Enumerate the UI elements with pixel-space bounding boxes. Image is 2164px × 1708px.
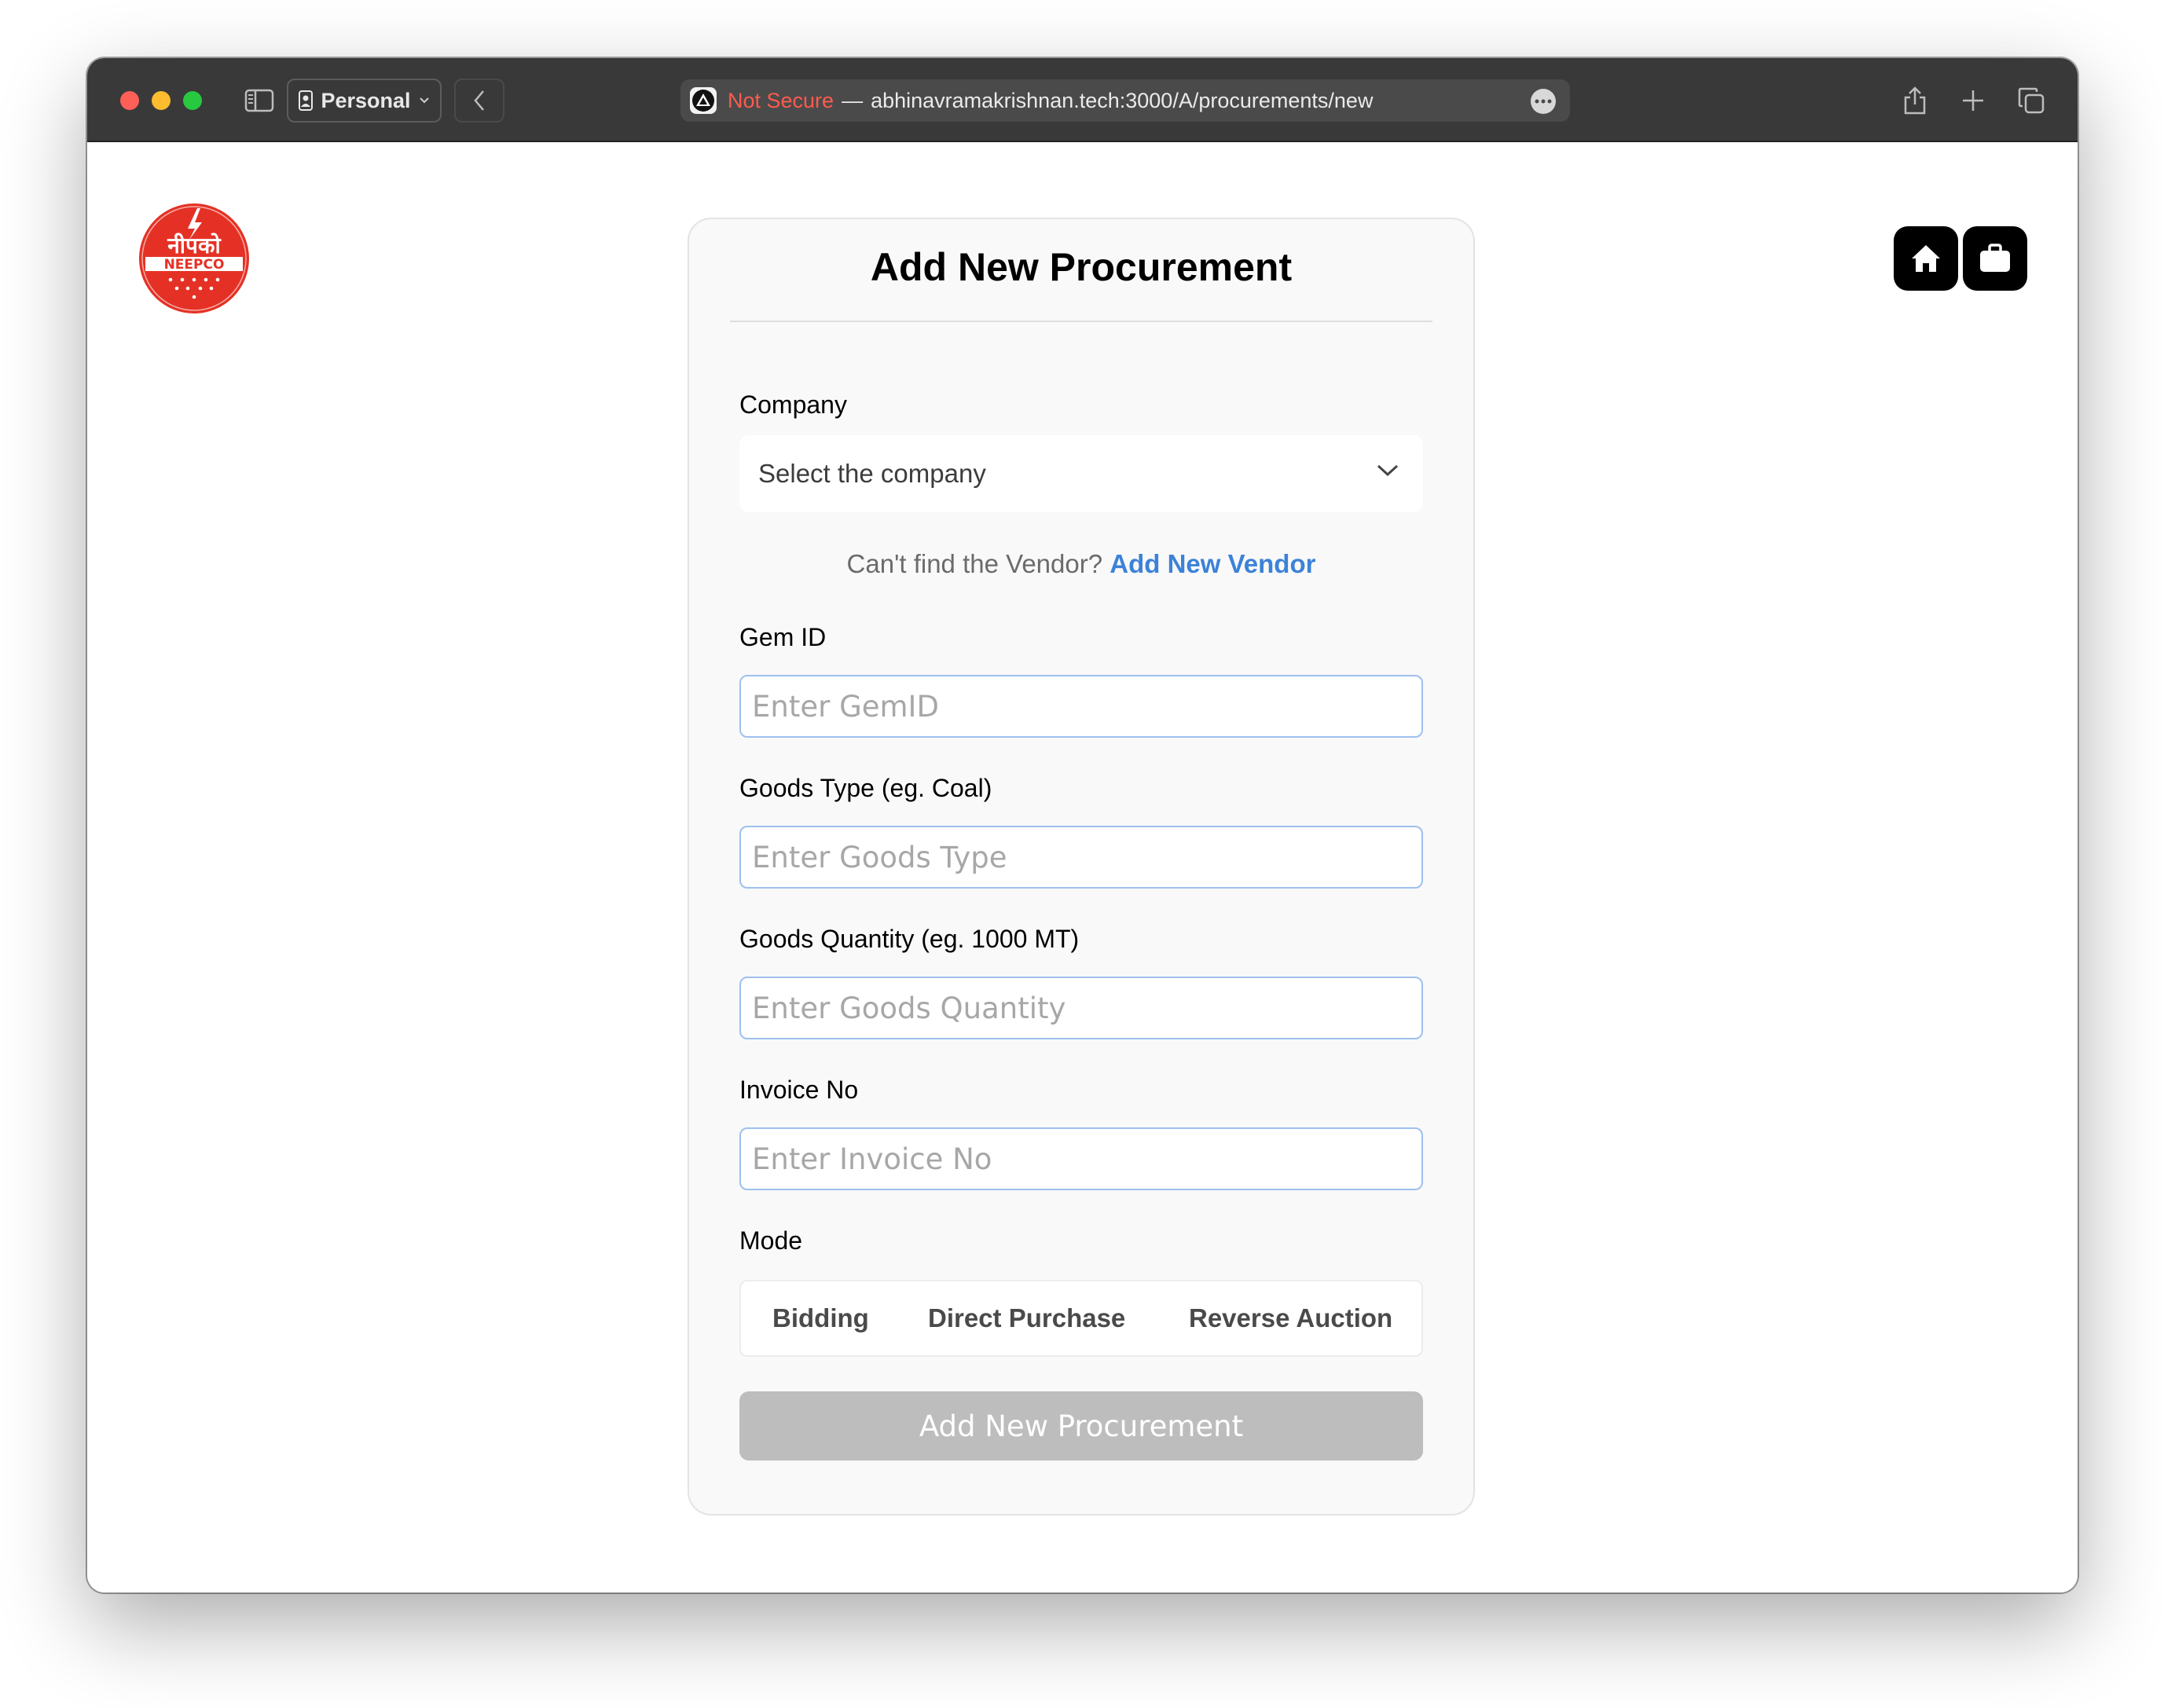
- briefcase-icon: [1980, 244, 2010, 272]
- vendor-prompt-text: Can't find the Vendor?: [846, 549, 1103, 578]
- mode-option-bidding[interactable]: Bidding: [772, 1281, 869, 1355]
- mode-label: Mode: [739, 1226, 803, 1255]
- company-label: Company: [739, 390, 847, 419]
- gem-id-input[interactable]: [739, 675, 1423, 738]
- add-procurement-button[interactable]: Add New Procurement: [739, 1391, 1423, 1461]
- invoice-no-input[interactable]: [739, 1127, 1423, 1190]
- home-button[interactable]: [1894, 226, 1958, 291]
- goods-quantity-label: Goods Quantity (eg. 1000 MT): [739, 925, 1080, 953]
- close-window-button[interactable]: [120, 91, 139, 110]
- goods-type-label: Goods Type (eg. Coal): [739, 774, 992, 802]
- goods-quantity-input[interactable]: [739, 977, 1423, 1039]
- site-favicon: [690, 87, 717, 114]
- page-menu-button[interactable]: [1531, 89, 1556, 114]
- browser-toolbar: Personal Not Secure — abhinavramakrishna…: [87, 58, 2078, 142]
- url-separator: —: [842, 88, 864, 112]
- tab-overview-button[interactable]: [2008, 77, 2055, 124]
- share-button[interactable]: [1891, 77, 1938, 124]
- logo-brand-text: NEEPCO: [164, 257, 225, 273]
- sidebar-icon: [244, 89, 274, 112]
- tabs-overview-icon: [2018, 87, 2045, 114]
- chevron-down-icon: [419, 97, 429, 104]
- gem-id-label: Gem ID: [739, 623, 827, 651]
- profile-label: Personal: [321, 88, 411, 112]
- page-content: नीपको NEEPCO Add New Procurement Company…: [87, 142, 2078, 1593]
- invoice-no-label: Invoice No: [739, 1076, 859, 1104]
- home-icon: [1912, 245, 1940, 272]
- plus-icon: [1963, 90, 1983, 111]
- address-bar[interactable]: Not Secure — abhinavramakrishnan.tech:30…: [680, 79, 1570, 122]
- logo-hindi-text: नीपको: [167, 233, 222, 258]
- company-select[interactable]: Select the company: [739, 435, 1423, 512]
- ellipsis-icon: [1535, 99, 1552, 104]
- vendor-prompt: Can't find the Vendor? Add New Vendor: [689, 549, 1473, 579]
- share-icon: [1904, 86, 1926, 115]
- url-text: abhinavramakrishnan.tech:3000/A/procurem…: [871, 88, 1374, 112]
- new-tab-button[interactable]: [1949, 77, 1997, 124]
- sidebar-toggle-button[interactable]: [237, 79, 282, 123]
- mode-option-direct-purchase[interactable]: Direct Purchase: [928, 1281, 1125, 1355]
- mode-segmented-control: Bidding Direct Purchase Reverse Auction: [739, 1280, 1423, 1357]
- zoom-window-button[interactable]: [183, 91, 202, 110]
- procurement-form-card: Add New Procurement Company Select the c…: [688, 218, 1475, 1516]
- neepco-logo[interactable]: नीपको NEEPCO: [138, 202, 251, 315]
- back-button[interactable]: [454, 79, 504, 123]
- mode-option-reverse-auction[interactable]: Reverse Auction: [1189, 1281, 1392, 1355]
- company-select-value: Select the company: [758, 459, 986, 488]
- title-divider: [730, 321, 1432, 322]
- not-secure-label: Not Secure: [728, 88, 834, 112]
- triangle-logo-icon: [692, 90, 714, 112]
- goods-type-input[interactable]: [739, 826, 1423, 889]
- form-title: Add New Procurement: [870, 245, 1293, 289]
- profile-button[interactable]: Personal: [287, 79, 442, 123]
- chevron-down-icon: [1377, 464, 1399, 477]
- minimize-window-button[interactable]: [152, 91, 171, 110]
- browser-window: Personal Not Secure — abhinavramakrishna…: [87, 58, 2078, 1593]
- chevron-left-icon: [474, 90, 484, 111]
- procurements-button[interactable]: [1963, 226, 2027, 291]
- add-new-vendor-link[interactable]: Add New Vendor: [1110, 549, 1315, 578]
- person-badge-icon: [299, 90, 314, 111]
